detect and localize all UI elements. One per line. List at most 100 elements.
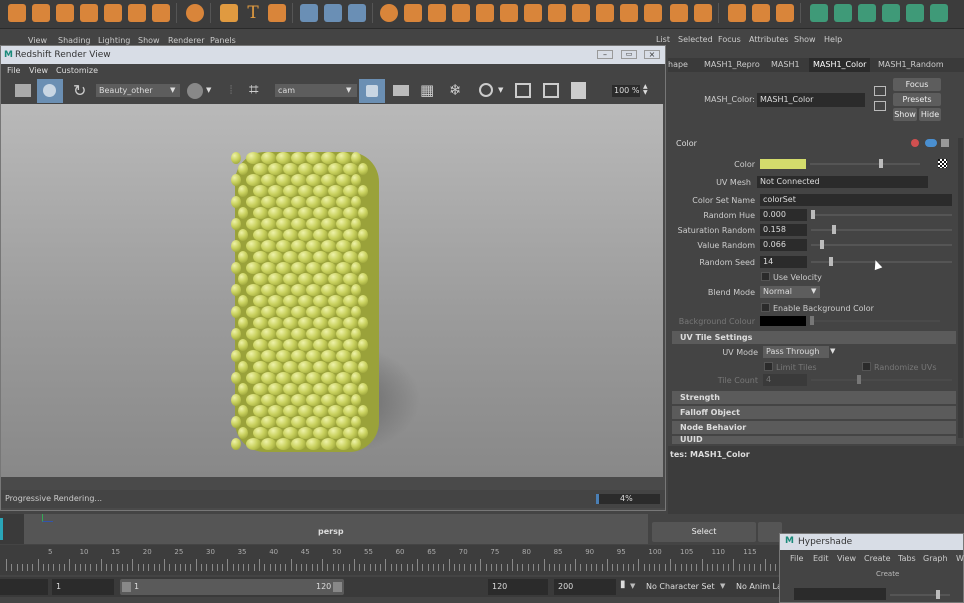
separate-icon[interactable] <box>404 4 422 22</box>
random-seed-field[interactable]: 14 <box>760 256 807 268</box>
mirror-icon[interactable] <box>572 4 590 22</box>
snowflake-icon[interactable]: ❄ <box>449 81 462 99</box>
value-random-slider[interactable] <box>811 244 952 246</box>
refresh-icon[interactable]: ↻ <box>73 81 86 100</box>
ae-menu-help[interactable]: Help <box>824 35 842 44</box>
tab-mash1-repro[interactable]: MASH1_Repro <box>704 58 760 72</box>
hs-menu-view[interactable]: View <box>837 554 856 563</box>
render-view-titlebar[interactable]: M Redshift Render View – ▭ × <box>1 46 665 64</box>
particles-icon[interactable] <box>348 4 366 22</box>
presets-button[interactable]: Presets <box>893 93 941 106</box>
uv-mode-dropdown[interactable]: Pass Through <box>763 346 829 358</box>
background-colour-slider[interactable] <box>810 320 940 322</box>
hs-menu-create[interactable]: Create <box>864 554 891 563</box>
reduce-icon[interactable] <box>500 4 518 22</box>
aov-dropdown[interactable]: Beauty_other <box>96 84 180 97</box>
smooth-icon[interactable] <box>476 4 494 22</box>
copy-tab-icon[interactable] <box>874 101 886 111</box>
toggle-icon[interactable] <box>925 139 937 147</box>
hypershade-titlebar[interactable]: M Hypershade <box>780 534 963 550</box>
tile-count-knob[interactable] <box>857 375 861 384</box>
node-name-field[interactable]: MASH1_Color <box>757 93 865 107</box>
uv-auto-icon[interactable] <box>882 4 900 22</box>
maximize-icon[interactable]: ▭ <box>621 50 637 59</box>
image-icon[interactable] <box>515 83 531 98</box>
range-slider[interactable]: 1 120 <box>120 579 344 595</box>
hide-button[interactable]: Hide <box>919 108 941 121</box>
value-random-field[interactable]: 0.066 <box>760 239 807 251</box>
value-random-knob[interactable] <box>820 240 824 249</box>
falloff-object-section[interactable]: Falloff Object <box>672 406 956 419</box>
uv-unfold-icon[interactable] <box>810 4 828 22</box>
node-behavior-section[interactable]: Node Behavior <box>672 421 956 434</box>
focus-button[interactable]: Focus <box>893 78 941 91</box>
color-section-header[interactable]: Color <box>668 137 956 150</box>
uv-layout-icon[interactable] <box>834 4 852 22</box>
playback-end-field[interactable]: 120 <box>488 579 548 595</box>
uv-cut-icon[interactable] <box>906 4 924 22</box>
color-slider-track[interactable] <box>810 163 920 165</box>
enable-background-checkbox[interactable] <box>761 303 770 312</box>
show-button[interactable]: Show <box>893 108 917 121</box>
ae-menu-list[interactable]: List <box>656 35 670 44</box>
close-icon[interactable]: × <box>644 50 660 59</box>
hypershade-size-knob[interactable] <box>936 590 940 599</box>
clapper-icon[interactable] <box>15 84 31 97</box>
background-colour-swatch[interactable] <box>760 316 806 326</box>
strength-section[interactable]: Strength <box>672 391 956 404</box>
uv-grid-icon[interactable] <box>930 4 948 22</box>
zoom-field[interactable]: 100 % <box>612 85 640 97</box>
uv-mesh-field[interactable]: Not Connected <box>757 176 928 188</box>
random-hue-slider[interactable] <box>811 214 952 216</box>
select-button[interactable]: Select <box>652 522 756 542</box>
remesh-icon[interactable] <box>524 4 542 22</box>
render-canvas[interactable] <box>1 104 663 477</box>
sphere-cut-icon[interactable] <box>596 4 614 22</box>
randomize-icon[interactable] <box>324 4 342 22</box>
ae-menu-focus[interactable]: Focus <box>718 35 741 44</box>
extract-icon[interactable] <box>428 4 446 22</box>
boolean-icon[interactable] <box>452 4 470 22</box>
svg-icon[interactable] <box>268 4 286 22</box>
anim-layer-dropdown[interactable]: No Anim La <box>736 582 782 591</box>
rv-menu-customize[interactable]: Customize <box>56 64 98 78</box>
combine-icon[interactable] <box>380 4 398 22</box>
hypershade-search-field[interactable] <box>794 588 886 600</box>
menu-shading[interactable]: Shading <box>58 36 91 45</box>
ae-menu-attributes[interactable]: Attributes <box>749 35 789 44</box>
color-set-field[interactable]: colorSet <box>760 194 952 206</box>
render-icon[interactable] <box>37 79 63 103</box>
rgb-channel-icon[interactable] <box>187 83 203 99</box>
tab-shape[interactable]: hape <box>668 58 688 72</box>
menu-panels[interactable]: Panels <box>210 36 236 45</box>
saturation-random-knob[interactable] <box>832 225 836 234</box>
video-camera-icon[interactable] <box>393 85 409 96</box>
range-start-handle[interactable] <box>122 582 131 592</box>
focus-node-icon[interactable] <box>874 86 886 96</box>
hypershade-size-slider[interactable] <box>890 594 950 596</box>
ae-menu-show[interactable]: Show <box>794 35 816 44</box>
persp-viewport[interactable]: persp <box>24 514 648 544</box>
uuid-section[interactable]: UUID <box>672 436 956 444</box>
menu-renderer[interactable]: Renderer <box>168 36 205 45</box>
map-button-icon[interactable] <box>938 159 947 168</box>
scatter-icon[interactable] <box>300 4 318 22</box>
random-seed-knob[interactable] <box>829 257 833 266</box>
multicut-icon[interactable] <box>728 4 746 22</box>
minimize-icon[interactable]: – <box>597 50 613 59</box>
bevel-icon[interactable] <box>670 4 688 22</box>
ae-menu-selected[interactable]: Selected <box>678 35 713 44</box>
randomize-uvs-checkbox[interactable] <box>862 362 871 371</box>
tab-mash1-random[interactable]: MASH1_Random <box>878 58 944 72</box>
rv-menu-file[interactable]: File <box>7 64 20 78</box>
range-end-handle[interactable] <box>333 582 342 592</box>
retopo-icon[interactable] <box>548 4 566 22</box>
torus-icon[interactable] <box>104 4 122 22</box>
rv-menu-view[interactable]: View <box>29 64 48 78</box>
uv-planar-icon[interactable] <box>858 4 876 22</box>
cone-icon[interactable] <box>80 4 98 22</box>
hs-menu-window[interactable]: W <box>956 554 964 563</box>
color-swatch[interactable] <box>760 159 806 169</box>
limit-tiles-checkbox[interactable] <box>764 362 773 371</box>
hs-menu-tabs[interactable]: Tabs <box>898 554 916 563</box>
